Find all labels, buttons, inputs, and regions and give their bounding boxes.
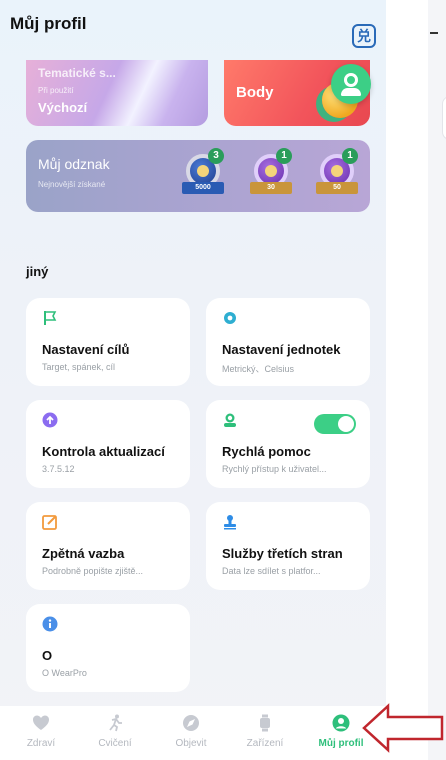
info-icon	[42, 616, 58, 632]
theme-card[interactable]: Tematické s... Při použití Výchozí	[26, 60, 208, 126]
phone-screen: Můj profil 兑 Tematické s... Při použití …	[0, 0, 386, 760]
tile-name: Zpětná vazba	[42, 546, 125, 561]
badge-card-title: Můj odznak	[38, 156, 110, 172]
back-arrow-icon	[430, 32, 438, 34]
help-icon	[224, 413, 236, 427]
tile-subtitle: Podrobně popište zjiště...	[42, 566, 144, 576]
medal-icon: 30 1	[246, 148, 294, 206]
customer-service-button[interactable]	[331, 64, 371, 104]
tile-name: O	[42, 648, 53, 663]
flag-icon	[44, 311, 57, 325]
medal-count-badge: 3	[208, 148, 224, 164]
tile-unit-settings[interactable]: Nastavení jednotek Metrický、Celsius	[206, 298, 370, 386]
runner-icon	[109, 714, 122, 732]
nav-label: Objevit	[175, 738, 207, 749]
tile-subtitle: Metrický、Celsius	[222, 364, 295, 374]
footprint-icon	[197, 165, 209, 177]
nav-health[interactable]: Zdraví	[6, 714, 76, 758]
tile-third-party[interactable]: Služby třetích stran Data lze sdílet s p…	[206, 502, 370, 590]
stamp-icon	[224, 515, 236, 530]
tile-subtitle: Target, spánek, cíl	[42, 362, 116, 372]
adjacent-screen	[428, 0, 446, 760]
nav-label: Zařízení	[246, 738, 284, 749]
medal-ribbon-label: 30	[250, 182, 292, 194]
medal-icon: 5000 3	[178, 148, 226, 206]
clock-icon	[331, 165, 343, 177]
tile-feedback[interactable]: Zpětná vazba Podrobně popište zjiště...	[26, 502, 190, 590]
tile-name: Kontrola aktualizací	[42, 444, 165, 459]
medal-icon: 50 1	[312, 148, 360, 206]
edit-icon	[42, 515, 57, 530]
tile-goal-settings[interactable]: Nastavení cílů Target, spánek, cíl	[26, 298, 190, 386]
badge-card[interactable]: Můj odznak Nejnovější získané 5000 3 30 …	[26, 140, 370, 212]
exchange-icon[interactable]: 兑	[352, 24, 376, 48]
nav-label: Zdraví	[26, 738, 56, 749]
update-icon	[42, 412, 58, 428]
watch-icon	[260, 714, 270, 732]
clock-icon	[265, 165, 277, 177]
bottom-navigation: Zdraví Cvičení Objevit Zařízení Můj prof…	[0, 706, 386, 760]
medal-count-badge: 1	[276, 148, 292, 164]
tile-check-updates[interactable]: Kontrola aktualizací 3.7.5.12	[26, 400, 190, 488]
page-title: Můj profil	[10, 14, 87, 33]
tile-subtitle: O WearPro	[42, 668, 87, 678]
medal-count-badge: 1	[342, 148, 358, 164]
tile-name: Nastavení jednotek	[222, 342, 341, 357]
nav-exercise[interactable]: Cvičení	[80, 714, 150, 758]
nav-label: Cvičení	[98, 738, 132, 749]
tile-name: Rychlá pomoc	[222, 444, 311, 459]
theme-card-caption: Při použití	[38, 86, 74, 95]
tile-about[interactable]: O O WearPro	[26, 604, 190, 692]
theme-card-value: Výchozí	[38, 100, 88, 115]
tile-subtitle: Rychlý přístup k uživatel...	[222, 464, 327, 474]
heart-icon	[33, 715, 49, 730]
tile-subtitle: Data lze sdílet s platfor...	[222, 566, 321, 576]
tile-name: Nastavení cílů	[42, 342, 130, 357]
tile-quick-help[interactable]: Rychlá pomoc Rychlý přístup k uživatel..…	[206, 400, 370, 488]
body-points-label: Body	[236, 84, 274, 101]
adjacent-card	[442, 96, 446, 140]
profile-icon	[332, 714, 350, 732]
nav-device[interactable]: Zařízení	[230, 714, 300, 758]
header: Můj profil 兑	[10, 14, 376, 50]
medal-ribbon-label: 5000	[182, 182, 224, 194]
theme-card-title: Tematické s...	[38, 66, 116, 80]
tile-name: Služby třetích stran	[222, 546, 343, 561]
gear-icon	[224, 312, 236, 324]
nav-discover[interactable]: Objevit	[156, 714, 226, 758]
section-title: jiný	[26, 264, 49, 279]
quick-help-toggle[interactable]	[314, 414, 356, 434]
annotation-arrow-icon	[362, 703, 444, 753]
compass-icon	[183, 715, 199, 731]
tile-subtitle: 3.7.5.12	[42, 464, 75, 474]
medal-ribbon-label: 50	[316, 182, 358, 194]
badge-card-subtitle: Nejnovější získané	[38, 180, 106, 189]
